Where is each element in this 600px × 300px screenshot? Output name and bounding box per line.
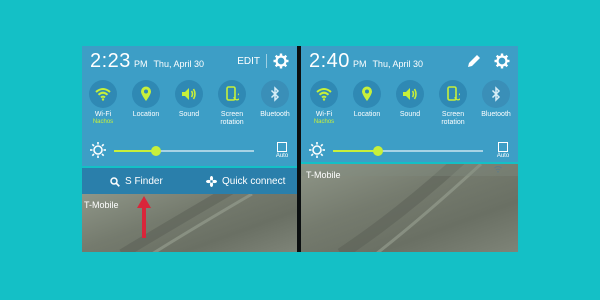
- brightness-slider[interactable]: [114, 146, 254, 156]
- brightness-thumb[interactable]: [151, 146, 161, 156]
- brightness-row: Auto: [301, 140, 518, 162]
- toggle-label-line2: rotation: [441, 119, 465, 126]
- notification-panel-right: 2:40 PM Thu, April 30 Wi-Fi Nachos Locat…: [301, 46, 518, 252]
- search-icon: [110, 176, 120, 187]
- toggle-wifi[interactable]: Wi-Fi Nachos: [303, 80, 345, 126]
- date-label: Thu, April 30: [372, 59, 423, 69]
- auto-brightness-toggle[interactable]: Auto: [494, 140, 512, 159]
- s-finder-label: S Finder: [125, 176, 163, 187]
- toggle-label: Location: [132, 111, 160, 118]
- toggle-wifi[interactable]: Wi-Fi Nachos: [82, 80, 124, 126]
- brightness-fill: [114, 150, 156, 152]
- brightness-fill: [333, 150, 378, 152]
- quick-connect-label: Quick connect: [222, 176, 286, 187]
- brightness-icon: [309, 142, 325, 158]
- toggle-sound[interactable]: Sound: [168, 80, 210, 119]
- sound-icon: [403, 88, 417, 100]
- brightness-icon: [90, 142, 106, 158]
- toggle-location[interactable]: Location: [346, 80, 388, 119]
- gear-icon[interactable]: [273, 53, 289, 69]
- location-pin-icon: [362, 86, 372, 101]
- auto-checkbox[interactable]: [277, 142, 287, 152]
- toggle-label: Sound: [399, 111, 421, 118]
- arrow-annotation: [137, 196, 151, 238]
- wifi-icon: [316, 88, 332, 101]
- toggle-label: Wi-Fi: [315, 111, 333, 118]
- header-divider: [266, 54, 267, 68]
- toggle-label-line2: rotation: [220, 119, 244, 126]
- quick-connect-icon: [206, 176, 217, 187]
- toggle-label: Bluetooth: [481, 111, 511, 118]
- clock-time: 2:40: [309, 49, 350, 72]
- s-finder-button[interactable]: S Finder: [110, 176, 163, 187]
- bluetooth-icon: [491, 86, 501, 102]
- date-label: Thu, April 30: [153, 59, 204, 69]
- auto-brightness-toggle[interactable]: Auto: [273, 140, 291, 159]
- quick-toggles: Wi-Fi Nachos Location Sound Screen rotat…: [301, 80, 518, 134]
- finder-bar: S Finder Quick connect: [82, 168, 297, 194]
- quick-settings-shade: 2:23 PM Thu, April 30 EDIT Wi-Fi Nachos …: [82, 46, 297, 166]
- bluetooth-icon: [270, 86, 280, 102]
- toggle-screen-rotation[interactable]: Screen rotation: [211, 80, 253, 127]
- quick-connect-button[interactable]: Quick connect: [206, 176, 285, 187]
- toggle-label: Screen: [441, 111, 465, 118]
- toggle-label: Sound: [178, 111, 200, 118]
- wifi-icon: [95, 88, 111, 101]
- toggle-label: Wi-Fi: [94, 111, 112, 118]
- toggle-location[interactable]: Location: [125, 80, 167, 119]
- screen-rotation-icon: [447, 86, 460, 101]
- quick-settings-shade: 2:40 PM Thu, April 30 Wi-Fi Nachos Locat…: [301, 46, 518, 162]
- wifi-network-name: Nachos: [92, 119, 114, 125]
- clock-time: 2:23: [90, 49, 131, 72]
- brightness-row: Auto: [82, 140, 297, 162]
- status-header: 2:23 PM Thu, April 30 EDIT: [90, 46, 289, 76]
- toggle-label: Location: [353, 111, 381, 118]
- toggle-label: Screen: [220, 111, 244, 118]
- brightness-thumb[interactable]: [373, 146, 383, 156]
- sound-icon: [182, 88, 196, 100]
- toggle-label: Bluetooth: [260, 111, 290, 118]
- auto-checkbox[interactable]: [498, 142, 508, 152]
- status-header: 2:40 PM Thu, April 30: [309, 46, 510, 76]
- brightness-slider[interactable]: [333, 146, 483, 156]
- auto-label: Auto: [496, 153, 510, 159]
- notification-panel-left: 2:23 PM Thu, April 30 EDIT Wi-Fi Nachos …: [82, 46, 297, 252]
- location-pin-icon: [141, 86, 151, 101]
- wifi-status-icon: [494, 166, 502, 173]
- toggle-bluetooth[interactable]: Bluetooth: [254, 80, 296, 119]
- screen-rotation-icon: [226, 86, 239, 101]
- pencil-icon[interactable]: [466, 53, 482, 69]
- gear-icon[interactable]: [494, 53, 510, 69]
- edit-button[interactable]: EDIT: [237, 56, 260, 67]
- toggle-screen-rotation[interactable]: Screen rotation: [432, 80, 474, 127]
- quick-toggles: Wi-Fi Nachos Location Sound Screen rotat…: [82, 80, 297, 134]
- toggle-sound[interactable]: Sound: [389, 80, 431, 119]
- clock-ampm: PM: [133, 59, 148, 69]
- carrier-label: T-Mobile: [306, 170, 341, 180]
- clock-ampm: PM: [352, 59, 367, 69]
- auto-label: Auto: [275, 153, 289, 159]
- carrier-label: T-Mobile: [84, 200, 119, 210]
- toggle-bluetooth[interactable]: Bluetooth: [475, 80, 517, 119]
- wifi-network-name: Nachos: [313, 119, 335, 125]
